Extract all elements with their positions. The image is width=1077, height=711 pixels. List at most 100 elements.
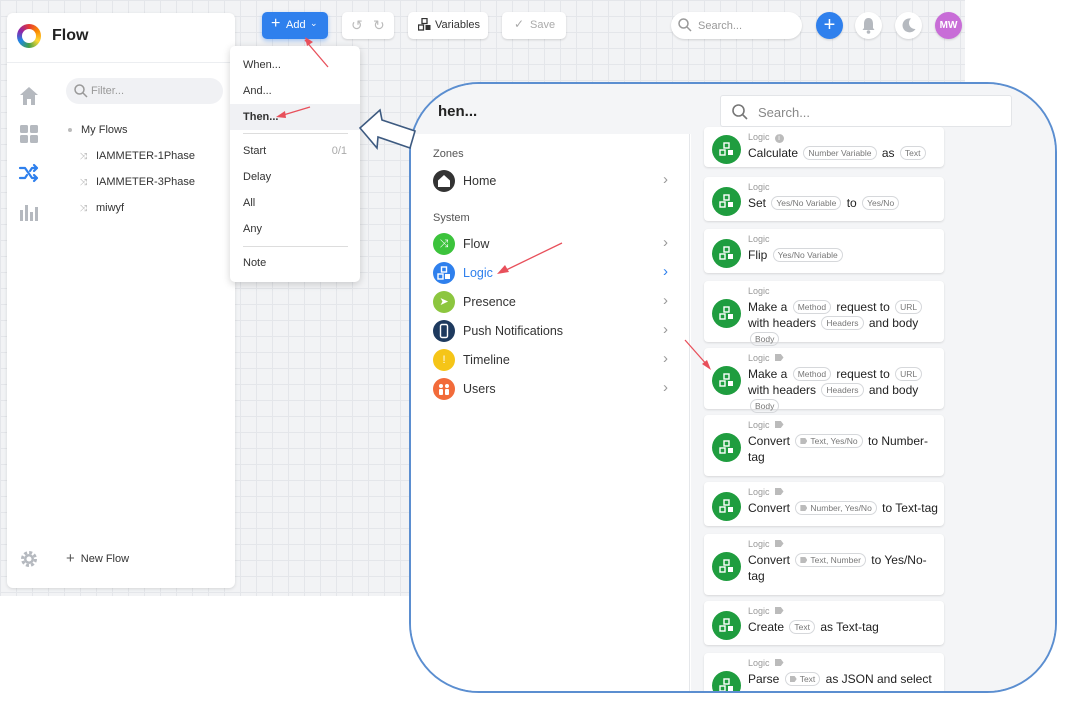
variables-button[interactable]: Variables [408, 12, 488, 39]
argument-pill: Headers [821, 383, 864, 397]
notifications-button[interactable] [855, 12, 882, 39]
logic-icon [712, 135, 741, 164]
plus-icon: + [823, 14, 836, 36]
flow-icon[interactable] [18, 162, 40, 184]
argument-pill-label: Headers [826, 385, 859, 395]
category-logic[interactable]: Logic › [433, 260, 668, 286]
add-button[interactable]: + Add ⌄ [262, 12, 328, 39]
argument-pill-label: Body [755, 334, 775, 344]
tree-root-my-flows[interactable]: My Flows [68, 124, 127, 136]
card-category: Logic i [748, 132, 784, 143]
argument-pill: Text, Yes/No [795, 434, 863, 448]
card-text: with headers [748, 316, 817, 330]
plus-icon: + [66, 550, 75, 567]
logic-card[interactable]: Logic Make a Method request to URL with h… [704, 281, 944, 346]
category-label: Logic [463, 266, 493, 280]
picker-title: hen... [438, 103, 478, 120]
menu-item-and[interactable]: And... [230, 78, 360, 104]
home-icon[interactable] [18, 85, 40, 107]
logic-card[interactable]: Logic Flip Yes/No Variable [704, 229, 944, 273]
card-text: Calculate [748, 146, 799, 160]
menu-item-when[interactable]: When... [230, 52, 360, 78]
save-button[interactable]: ✓ Save [502, 12, 566, 39]
alert-icon: ! [433, 349, 455, 371]
chevron-right-icon: › [663, 350, 668, 367]
section-label-system: System [433, 212, 470, 224]
logic-card[interactable]: Logic i Calculate Number Variable as Text [704, 127, 944, 167]
create-button[interactable]: + [816, 12, 843, 39]
menu-item-note[interactable]: Note [230, 250, 360, 276]
menu-item-start[interactable]: Start 0/1 [230, 138, 360, 164]
card-text: as JSON and select [825, 672, 932, 686]
logic-card[interactable]: Logic Make a Method request to URL with h… [704, 348, 944, 413]
argument-pill: Yes/No [862, 196, 900, 210]
add-dropdown-menu: When... And... Then... Start 0/1 Delay Al… [230, 46, 360, 282]
argument-pill: Method [792, 367, 832, 381]
tag-icon [800, 438, 808, 444]
argument-pill: Number, Yes/No [795, 501, 877, 515]
category-presence[interactable]: ➤ Presence › [433, 289, 668, 315]
sidebar-filter-input[interactable]: Filter... [66, 78, 223, 104]
card-text: Set [748, 196, 767, 210]
flow-list-item[interactable]: ⤨ miwyf [80, 202, 124, 214]
tag-icon [774, 607, 784, 614]
argument-pill: Text [789, 620, 815, 634]
redo-icon[interactable]: ↻ [373, 17, 385, 34]
logic-icon [712, 611, 741, 640]
logic-card[interactable]: Logic Convert Number, Yes/No to Text-tag [704, 482, 944, 526]
chevron-right-icon: › [663, 292, 668, 309]
card-category-label: Logic [748, 606, 770, 616]
card-text: and body [868, 316, 919, 330]
flow-list-item[interactable]: ⤨ IAMMETER-1Phase [80, 150, 195, 162]
filter-placeholder: Filter... [91, 85, 125, 97]
menu-item-then[interactable]: Then... [230, 104, 360, 130]
picker-search-input[interactable]: Search... [720, 95, 1012, 127]
logic-card[interactable]: Logic Create Text as Text-tag [704, 601, 944, 645]
card-sentence: Make a Method request to URL with header… [748, 366, 943, 414]
menu-item-delay[interactable]: Delay [230, 164, 360, 190]
moon-icon [902, 18, 916, 33]
argument-pill: Yes/No Variable [772, 248, 843, 262]
undo-icon[interactable]: ↺ [351, 17, 363, 34]
category-users[interactable]: Users › [433, 376, 668, 402]
argument-pill: Headers [821, 316, 864, 330]
logic-card[interactable]: Logic Convert Text, Yes/No to Number-tag [704, 415, 944, 476]
flow-icon: ⤨ [433, 233, 455, 255]
logic-card[interactable]: Logic Convert Text, Number to Yes/No-tag [704, 534, 944, 595]
insights-icon[interactable] [18, 201, 40, 223]
search-input[interactable]: Search... [671, 12, 802, 39]
menu-item-any[interactable]: Any [230, 216, 360, 242]
card-category-label: Logic [748, 182, 770, 192]
save-label: Save [530, 19, 556, 31]
category-label: Timeline [463, 353, 510, 367]
card-text: Convert [748, 501, 791, 515]
card-sentence: Convert Number, Yes/No to Text-tag [748, 500, 943, 516]
menu-item-all[interactable]: All [230, 190, 360, 216]
app-logo [17, 24, 41, 48]
card-category: Logic [748, 234, 770, 244]
category-flow[interactable]: ⤨ Flow › [433, 231, 668, 257]
argument-pill: Yes/No Variable [771, 196, 842, 210]
logic-card[interactable]: Logic Parse Text as JSON and select [704, 653, 944, 691]
category-label: Users [463, 382, 496, 396]
category-home[interactable]: Home › [433, 168, 668, 194]
logic-card[interactable]: Logic Set Yes/No Variable to Yes/No [704, 177, 944, 221]
search-icon [678, 18, 692, 32]
argument-pill: Body [750, 332, 780, 346]
category-timeline[interactable]: ! Timeline › [433, 347, 668, 373]
logic-icon [433, 262, 455, 284]
new-flow-button[interactable]: + New Flow [66, 550, 129, 567]
flow-list-item[interactable]: ⤨ IAMMETER-3Phase [80, 176, 195, 188]
chevron-down-icon: ⌄ [310, 18, 318, 28]
argument-pill-label: Body [755, 401, 775, 411]
settings-icon[interactable] [18, 548, 40, 570]
avatar[interactable]: MW [935, 12, 962, 39]
card-text: as Text-tag [820, 620, 879, 634]
search-icon [74, 84, 88, 98]
tree-root-label: My Flows [81, 124, 128, 136]
dark-mode-toggle[interactable] [895, 12, 922, 39]
argument-pill-label: Number Variable [808, 148, 872, 158]
category-push-notifications[interactable]: Push Notifications › [433, 318, 668, 344]
card-category-label: Logic [748, 420, 770, 430]
dashboard-icon[interactable] [18, 123, 40, 145]
